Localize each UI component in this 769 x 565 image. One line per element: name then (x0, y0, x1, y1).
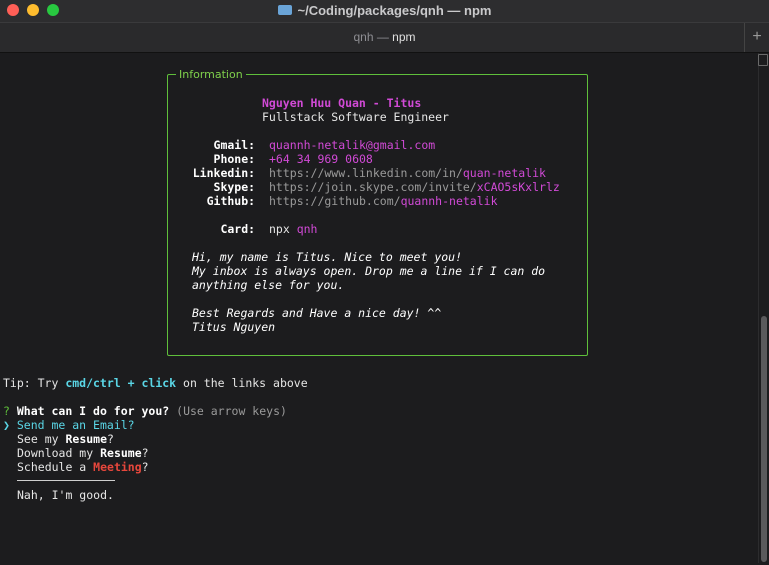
option-text: Schedule a (17, 460, 94, 474)
message-line: My inbox is always open. Drop me a line … (192, 264, 546, 278)
phone-label-wrap: Phone: (0, 152, 262, 166)
option-em: Meeting (93, 460, 142, 474)
skype-plain: https://join.skype.com/invite/ (269, 180, 477, 194)
linkedin-plain: https://www.linkedin.com/in/ (269, 166, 463, 180)
tip-prefix: Tip: Try (3, 376, 66, 390)
option-post: ? (141, 446, 149, 460)
skype-link[interactable]: xCAO5sKxlrlz (477, 180, 560, 194)
linkedin-label-wrap: Linkedin: (0, 166, 262, 180)
tab-active[interactable]: qnh — npm (0, 30, 769, 44)
menu-option-email[interactable]: ❯ Send me an Email? (3, 418, 135, 432)
window-titlebar: ~/Coding/packages/qnh — npm (0, 0, 769, 23)
card-role: Fullstack Software Engineer (262, 110, 449, 124)
message-line: Hi, my name is Titus. Nice to meet you! (192, 250, 463, 264)
gmail-value[interactable]: quannh-netalik@gmail.com (269, 138, 435, 152)
gmail-link[interactable]: quannh-netalik@gmail.com (269, 138, 435, 152)
github-label-wrap: Github: (0, 194, 262, 208)
terminal-output[interactable]: Information Nguyen Huu Quan - Titus Full… (0, 53, 758, 565)
linkedin-label: Linkedin: (192, 166, 256, 180)
menu-option-download-resume[interactable]: Download my Resume? (17, 446, 149, 460)
pointer-icon: ❯ (3, 418, 10, 432)
github-plain: https://github.com/ (269, 194, 401, 208)
card-label: Card: (220, 222, 256, 236)
option-text: Send me an (16, 418, 94, 432)
window-title-text: ~/Coding/packages/qnh — npm (297, 3, 492, 18)
card-command-name: qnh (296, 222, 318, 236)
skype-label: Skype: (213, 180, 256, 194)
prompt-hint: (Use arrow keys) (176, 404, 287, 418)
linkedin-link[interactable]: quan-netalik (463, 166, 546, 180)
option-em: Email (93, 418, 128, 432)
folder-icon (277, 5, 292, 15)
gmail-label: Gmail: (213, 138, 256, 152)
tip-keys: cmd/ctrl + click (65, 376, 177, 390)
prompt-qmark: ? (3, 404, 10, 418)
window-title: ~/Coding/packages/qnh — npm (0, 3, 769, 18)
tab-process: npm (392, 30, 416, 44)
new-tab-button[interactable]: + (744, 23, 769, 52)
option-em: Resume (65, 432, 108, 446)
information-box-title: Information (176, 68, 246, 81)
github-link[interactable]: quannh-netalik (401, 194, 498, 208)
card-command: npx qnh (269, 222, 317, 236)
prompt-question: ? What can I do for you? (Use arrow keys… (3, 404, 287, 418)
menu-option-meeting[interactable]: Schedule a Meeting? (17, 460, 149, 474)
github-value[interactable]: https://github.com/quannh-netalik (269, 194, 498, 208)
message-line: Best Regards and Have a nice day! ^^ (192, 306, 442, 320)
menu-option-see-resume[interactable]: See my Resume? (17, 432, 114, 446)
tab-bar: qnh — npm + (0, 23, 769, 53)
card-name: Nguyen Huu Quan - Titus (262, 96, 422, 110)
phone-value[interactable]: +64 34 969 0608 (269, 152, 373, 166)
option-post: ? (107, 432, 114, 446)
option-post: ? (127, 418, 135, 432)
tip-suffix: on the links above (176, 376, 308, 390)
message-line: anything else for you. (192, 278, 345, 292)
phone-link[interactable]: +64 34 969 0608 (269, 152, 373, 166)
skype-label-wrap: Skype: (0, 180, 262, 194)
option-post: ? (141, 460, 149, 474)
phone-label: Phone: (213, 152, 256, 166)
option-text: Download my (17, 446, 101, 460)
linkedin-value[interactable]: https://www.linkedin.com/in/quan-netalik (269, 166, 546, 180)
tab-prefix: qnh — (353, 30, 393, 44)
scrollbar-thumb[interactable] (761, 316, 767, 562)
menu-separator (17, 480, 115, 481)
option-text: See my (17, 432, 66, 446)
scroll-marker-icon (758, 54, 768, 66)
github-label: Github: (206, 194, 256, 208)
option-em: Resume (100, 446, 142, 460)
tip-line: Tip: Try cmd/ctrl + click on the links a… (3, 376, 308, 390)
gmail-label-wrap: Gmail: (0, 138, 262, 152)
prompt-question-text: What can I do for you? (16, 404, 170, 418)
card-command-plain: npx (269, 222, 297, 236)
message-line: Titus Nguyen (192, 320, 276, 334)
menu-option-nah[interactable]: Nah, I'm good. (17, 488, 114, 502)
card-label-wrap: Card: (0, 222, 262, 236)
skype-value[interactable]: https://join.skype.com/invite/xCAO5sKxlr… (269, 180, 560, 194)
